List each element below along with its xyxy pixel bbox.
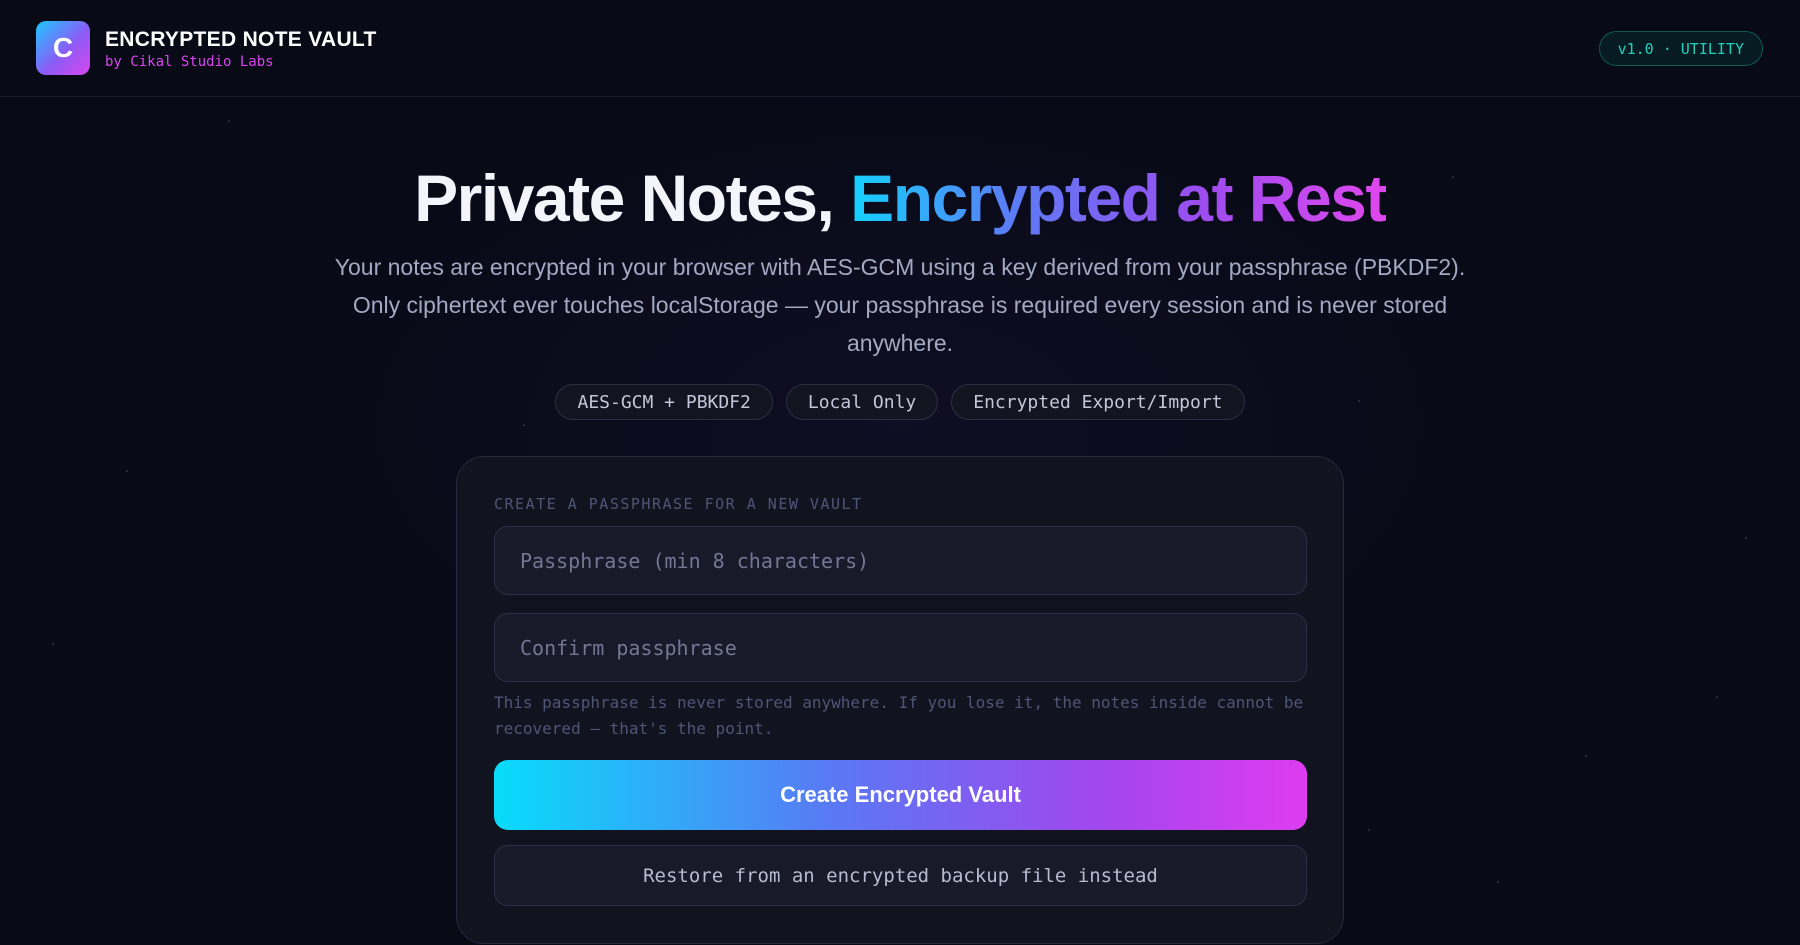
- hero-title-plain: Private Notes,: [414, 161, 851, 235]
- hero-title: Private Notes, Encrypted at Rest: [0, 160, 1800, 236]
- background-star: [1745, 537, 1747, 539]
- app-page: C ENCRYPTED NOTE VAULT by Cikal Studio L…: [0, 0, 1800, 945]
- background-star: [126, 470, 128, 472]
- passphrase-input[interactable]: [494, 526, 1307, 595]
- confirm-passphrase-input[interactable]: [494, 613, 1307, 682]
- create-vault-button[interactable]: Create Encrypted Vault: [494, 760, 1307, 830]
- feature-chip: Encrypted Export/Import: [951, 384, 1245, 420]
- feature-chips: AES-GCM + PBKDF2 Local Only Encrypted Ex…: [0, 384, 1800, 420]
- logo-letter: C: [52, 32, 74, 63]
- background-star: [523, 424, 525, 426]
- restore-backup-button[interactable]: Restore from an encrypted backup file in…: [494, 845, 1307, 906]
- byline: by Cikal Studio Labs: [105, 54, 274, 70]
- feature-chip: Local Only: [785, 384, 939, 420]
- background-star: [228, 120, 230, 122]
- top-bar: C ENCRYPTED NOTE VAULT by Cikal Studio L…: [0, 0, 1800, 97]
- version-badge: v1.0 · UTILITY: [1598, 31, 1763, 66]
- background-star: [1497, 881, 1499, 883]
- app-name: ENCRYPTED NOTE VAULT: [105, 28, 377, 51]
- create-vault-card: CREATE A PASSPHRASE FOR A NEW VAULT This…: [456, 456, 1344, 944]
- passphrase-hint: This passphrase is never stored anywhere…: [494, 693, 1304, 738]
- background-star: [1585, 755, 1587, 757]
- section-label: CREATE A PASSPHRASE FOR A NEW VAULT: [494, 495, 863, 513]
- hero-title-gradient: Encrypted at Rest: [850, 161, 1387, 235]
- background-star: [52, 643, 54, 645]
- background-star: [1368, 829, 1370, 831]
- background-star: [1716, 696, 1718, 698]
- hero-description: Your notes are encrypted in your browser…: [334, 254, 1466, 356]
- feature-chip: AES-GCM + PBKDF2: [555, 384, 773, 420]
- app-logo-icon[interactable]: C: [36, 21, 90, 75]
